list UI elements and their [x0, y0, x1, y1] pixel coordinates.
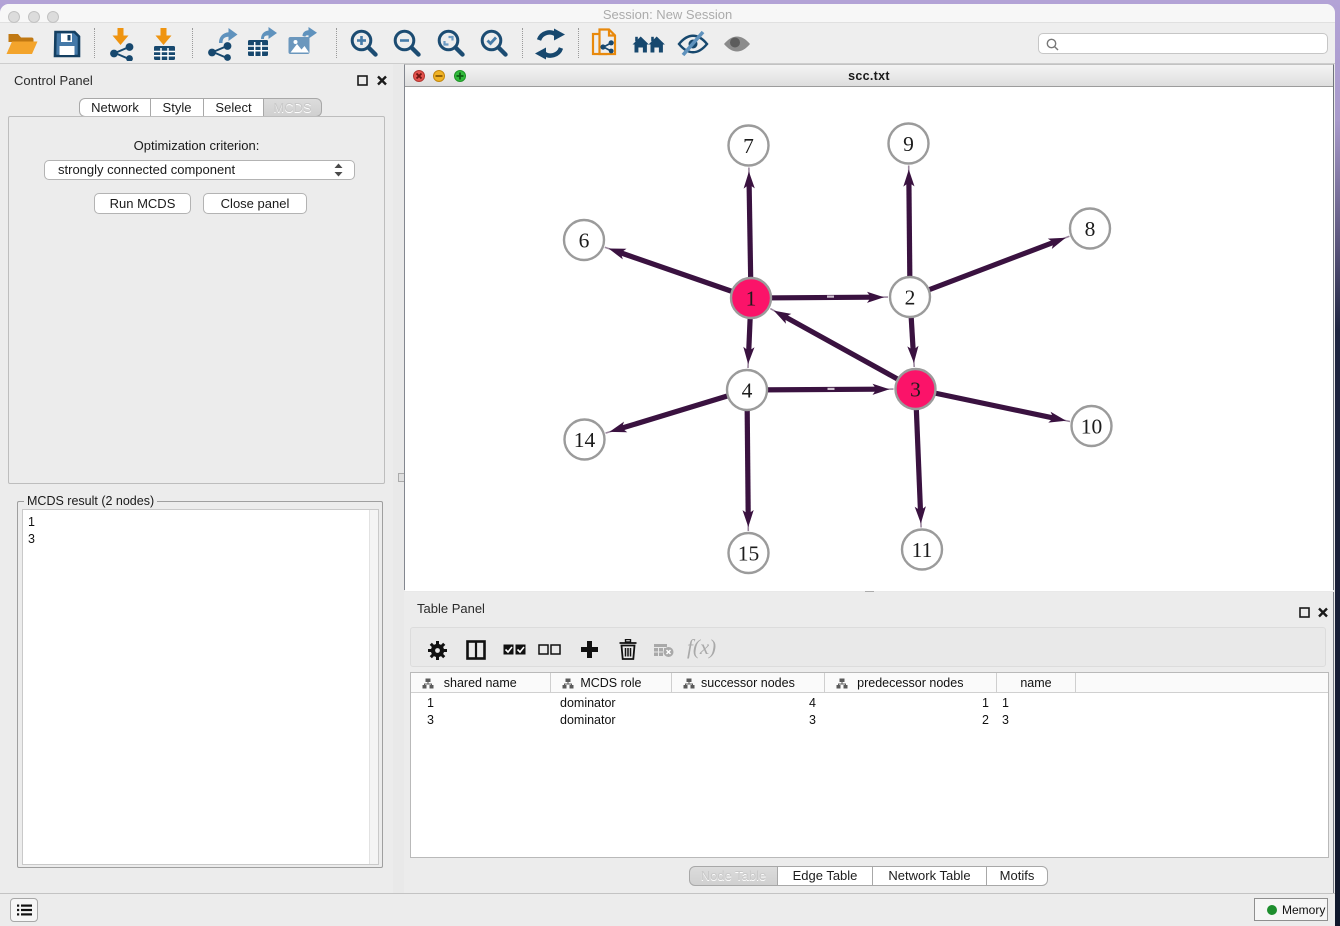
svg-text:11: 11: [912, 538, 933, 562]
svg-text:9: 9: [903, 132, 914, 156]
svg-text:2: 2: [905, 286, 916, 310]
svg-text:10: 10: [1081, 415, 1103, 439]
svg-text:15: 15: [738, 542, 760, 566]
svg-text:8: 8: [1085, 217, 1096, 241]
svg-text:7: 7: [743, 134, 754, 158]
svg-text:4: 4: [742, 379, 753, 403]
svg-text:3: 3: [910, 378, 921, 402]
svg-text:14: 14: [574, 428, 596, 452]
svg-text:6: 6: [579, 229, 590, 253]
svg-text:1: 1: [746, 287, 757, 311]
